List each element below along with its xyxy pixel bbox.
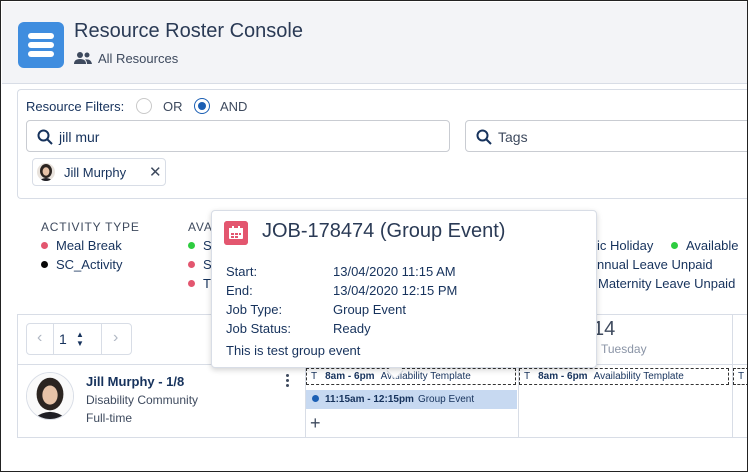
more-actions-icon[interactable] (284, 374, 290, 390)
job-type-value: Group Event (333, 302, 406, 317)
resource-avatar (26, 372, 74, 420)
resource-department: Disability Community (86, 393, 199, 407)
search-icon (476, 129, 492, 145)
filter-panel: Resource Filters: OR AND jill mur Tags J… (17, 89, 747, 199)
legend-sc-activity: SC_Activity (41, 257, 122, 272)
job-popover: JOB-178474 (Group Event) Start: 13/04/20… (211, 210, 597, 368)
search-icon (37, 129, 53, 145)
day-name: Tuesday (601, 342, 647, 356)
app-frame: Resource Roster Console All Resources Re… (0, 0, 748, 472)
or-radio[interactable] (136, 98, 152, 114)
and-radio[interactable] (194, 98, 210, 114)
job-type-label: Job Type: (226, 302, 283, 317)
job-status-value: Ready (333, 321, 371, 336)
job-status-label: Job Status: (226, 321, 292, 336)
people-icon (74, 52, 92, 64)
week-pager: ‹ 1 ▲ ▼ › (26, 323, 132, 355)
resource-name[interactable]: Jill Murphy - 1/8 (86, 374, 184, 389)
legend-availability-item: S (188, 257, 212, 272)
legend-availability-item: S (188, 238, 212, 253)
resource-filters-label: Resource Filters: (26, 99, 125, 114)
selected-resource-pill: Jill Murphy ✕ (32, 158, 166, 186)
activity-type-heading: ACTIVITY TYPE (41, 220, 140, 234)
resource-search-value: jill mur (59, 129, 100, 145)
start-value: 13/04/2020 11:15 AM (333, 264, 456, 279)
page-header: Resource Roster Console All Resources (2, 2, 747, 84)
job-description: This is test group event (226, 343, 361, 358)
page-number-input[interactable]: 1 (59, 331, 67, 347)
add-job-button[interactable]: + (310, 414, 321, 432)
remove-pill-icon[interactable]: ✕ (149, 163, 162, 181)
legend-availability-item: T (188, 276, 211, 291)
group-event-block[interactable]: 11:15am - 12:15pm Group Event (306, 390, 517, 409)
roster-app-icon (18, 22, 64, 68)
tags-placeholder: Tags (498, 129, 528, 145)
event-status-dot (312, 395, 319, 402)
selected-resource-name: Jill Murphy (64, 165, 127, 180)
and-radio-label: AND (220, 99, 248, 114)
tags-search-input[interactable]: Tags (465, 120, 747, 152)
start-label: Start: (226, 264, 258, 279)
or-radio-label: OR (163, 99, 183, 114)
availability-heading: AVA (188, 220, 213, 234)
availability-block[interactable]: T 8am - 6pm Availability Template (306, 368, 516, 385)
previous-week-icon[interactable]: ‹ (37, 329, 42, 347)
resource-employment-type: Full-time (86, 411, 133, 425)
legend-available: Available (671, 238, 739, 253)
resource-avatar-small (37, 163, 55, 181)
popover-title[interactable]: JOB-178474 (Group Event) (262, 220, 505, 243)
availability-block[interactable]: T 8am - 6pm Availability Template (519, 368, 729, 385)
page-title: Resource Roster Console (74, 20, 303, 42)
calendar-icon (224, 221, 248, 245)
end-value: 13/04/2020 12:15 PM (333, 283, 458, 298)
end-label: End: (226, 283, 253, 298)
legend-annual-leave-unpaid: nnual Leave Unpaid (597, 257, 713, 272)
next-week-icon[interactable]: › (113, 329, 118, 347)
list-view-selector[interactable]: All Resources (98, 51, 178, 66)
legend-public-holiday: ic Holiday (597, 238, 654, 253)
page-stepper-icon[interactable]: ▲ ▼ (76, 330, 84, 348)
legend-meal-break: Meal Break (41, 238, 122, 253)
availability-block[interactable]: T (733, 368, 747, 385)
legend-maternity-leave-unpaid: Maternity Leave Unpaid (583, 276, 735, 291)
resource-search-input[interactable]: jill mur (26, 120, 450, 152)
